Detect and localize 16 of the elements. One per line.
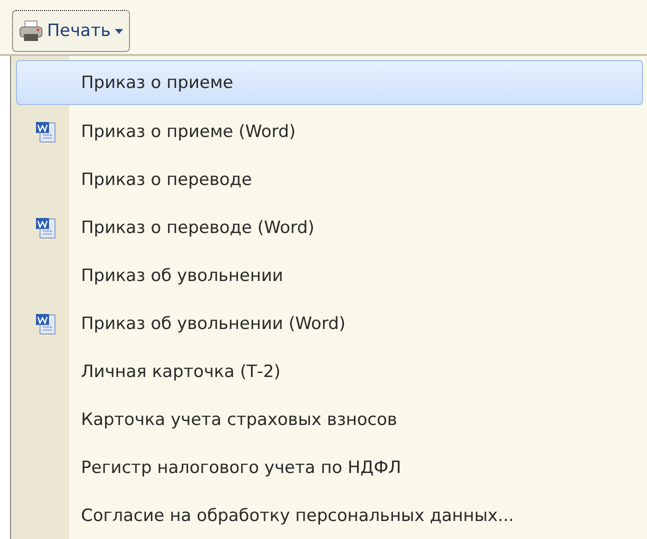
menu-item[interactable]: Личная карточка (Т-2) [16, 348, 643, 396]
document-icon [35, 312, 57, 336]
menu-item[interactable]: Приказ о переводе [16, 156, 643, 204]
document-icon [35, 216, 57, 240]
menu-item[interactable]: Приказ об увольнении (Word) [16, 300, 643, 348]
menu-item[interactable]: Карточка учета страховых взносов [16, 396, 643, 444]
print-button[interactable]: Печать [12, 10, 130, 52]
printer-icon [19, 20, 43, 42]
menu-item[interactable]: Приказ об увольнении [16, 252, 643, 300]
menu-item[interactable]: Согласие на обработку персональных данных... [16, 492, 643, 539]
caret-icon [114, 28, 123, 34]
menu-item[interactable]: Регистр налогового учета по НДФЛ [16, 444, 643, 492]
menu-item[interactable]: Приказ о приеме [16, 60, 643, 105]
menu-item[interactable]: Приказ о переводе (Word) [16, 204, 643, 252]
document-icon [35, 120, 57, 144]
menu-item[interactable]: Приказ о приеме (Word) [16, 108, 643, 156]
